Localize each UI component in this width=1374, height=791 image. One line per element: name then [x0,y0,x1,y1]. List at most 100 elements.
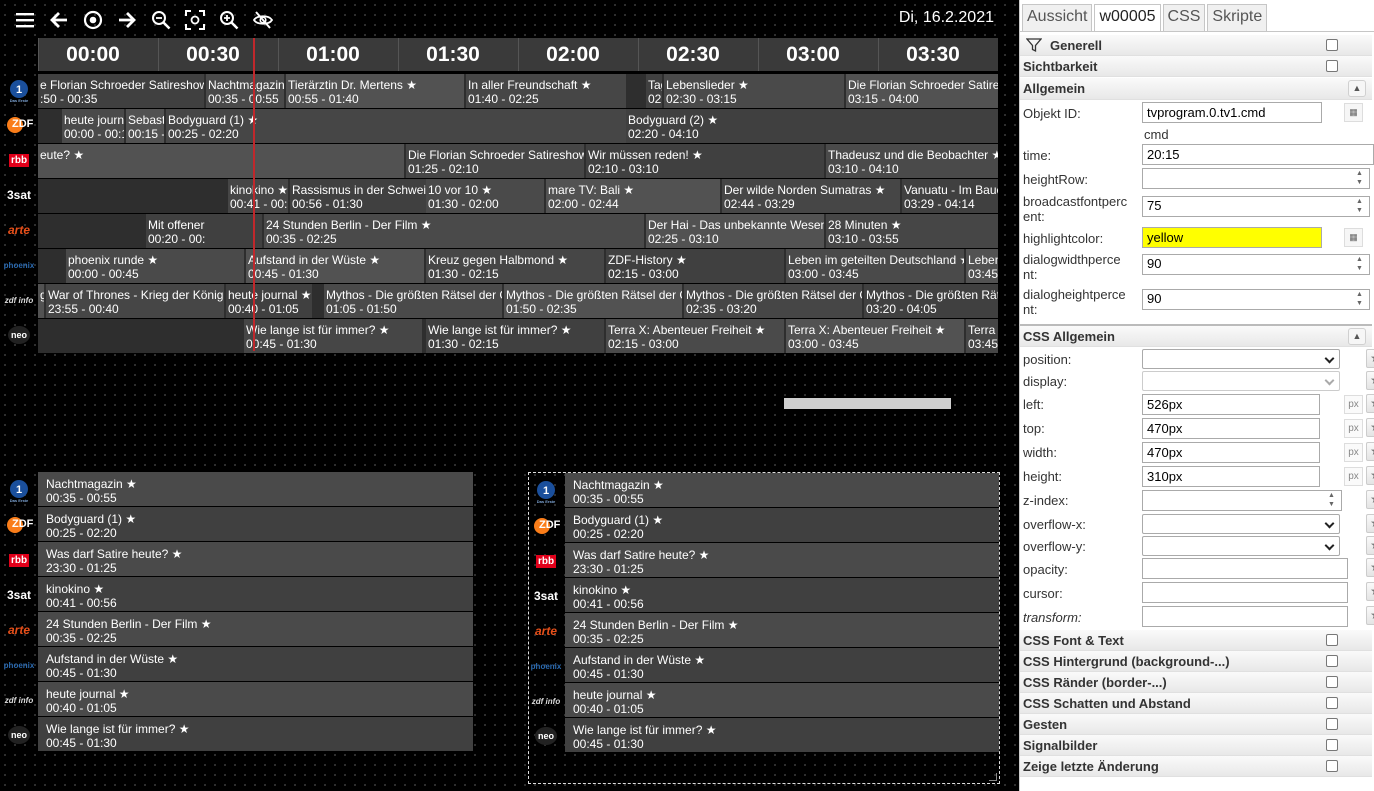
section-checkbox[interactable] [1326,655,1338,667]
css-zindex-input[interactable]: ▲ ▼ [1142,490,1342,511]
group-allgemein[interactable]: Allgemein ▲ [1020,78,1372,100]
list-item[interactable]: Was darf Satire heute?23:30 - 01:25 [38,542,473,576]
program-block[interactable]: Mit offener 00:20 - 00: [146,214,262,248]
star-icon[interactable]: ★ [1366,606,1374,625]
list-item[interactable]: Nachtmagazin00:35 - 00:55 [565,473,999,507]
arrow-right-icon[interactable] [110,6,144,34]
program-block[interactable]: mare TV: Bali ★ 02:00 - 02:44 [546,179,720,213]
unit-px[interactable]: px [1344,419,1363,438]
program-block[interactable]: Wie lange ist für immer? ★ 01:30 - 02:15 [426,319,604,353]
list-item[interactable]: heute journal00:40 - 01:05 [38,682,473,716]
time-input[interactable] [1142,144,1374,165]
css-overflowy-select[interactable] [1142,536,1340,556]
program-block[interactable]: War of Thrones - Krieg der Königinnen23:… [46,284,224,318]
group-section[interactable]: Gesten [1020,714,1372,735]
css-transform-input[interactable] [1142,606,1348,627]
group-section[interactable]: CSS Font & Text [1020,630,1372,651]
tab-widget[interactable]: w00005 [1094,4,1161,31]
tab-skripte[interactable]: Skripte [1207,4,1268,31]
program-block[interactable]: Vanuatu - Im Bauch03:29 - 04:14 [902,179,998,213]
program-block[interactable]: Mythos - Die größten Rätsel der Geschich… [324,284,502,318]
zoom-out-icon[interactable] [144,6,178,34]
program-block[interactable]: Bodyguard (1) ★ 00:25 - 02:20 [166,109,626,143]
collapse-up-icon[interactable]: ▲ [1348,328,1366,345]
star-icon[interactable]: ★ [1366,466,1374,485]
spinner[interactable]: ▲ ▼ [1353,169,1366,188]
program-block[interactable]: Terra X: Abenteuer Freiheit ★ 03:00 - 03:… [786,319,964,353]
star-icon[interactable]: ★ [1366,371,1374,390]
star-icon[interactable]: ★ [1366,349,1374,368]
css-cursor-input[interactable] [1142,582,1348,603]
group-section[interactable]: Zeige letzte Änderung [1020,756,1372,777]
tab-css[interactable]: CSS [1162,4,1206,31]
program-block[interactable]: e Florian Schroeder Satireshow:50 - 00:3… [38,74,204,108]
section-checkbox[interactable] [1326,676,1338,688]
css-left-input[interactable] [1142,394,1320,415]
group-css-allgemein[interactable]: CSS Allgemein ▲ [1020,324,1372,347]
program-block[interactable]: heute journal00:00 - 00:15 [62,109,124,143]
css-display-select[interactable] [1142,371,1340,391]
now-list-widget-1[interactable]: 1 Das Erste Nachtmagazin00:35 - 00:55 ZDF Bo… [0,472,473,752]
select-object-icon[interactable]: ▦ [1344,103,1363,122]
program-block[interactable]: Bodyguard (2) ★ 02:20 - 04:10 [626,109,998,143]
program-block[interactable]: eute? ★ [38,144,404,178]
program-block[interactable]: Rassismus in der Schweiz 00:56 - 01:30 [290,179,426,213]
program-block[interactable]: Tag02: [646,74,662,108]
program-block[interactable]: Wir müssen reden! ★ 02:10 - 03:10 [586,144,824,178]
tab-aussicht[interactable]: Aussicht [1022,4,1093,31]
star-icon[interactable]: ★ [1366,558,1374,577]
program-block[interactable]: Mythos - Die größten Rätsel der Geschich… [684,284,862,318]
list-item[interactable]: kinokino00:41 - 00:56 [38,577,473,611]
star-icon[interactable]: ★ [1366,514,1374,533]
list-item[interactable]: Wie lange ist für immer?00:45 - 01:30 [38,717,473,751]
list-item[interactable]: kinokino00:41 - 00:56 [565,578,999,612]
program-block[interactable]: Aufstand in der Wüste ★ 00:45 - 01:30 [246,249,424,283]
fit-screen-icon[interactable] [178,6,212,34]
program-block[interactable]: 24 Stunden Berlin - Der Film ★ 00:35 - 02… [264,214,644,248]
program-block[interactable]: Mythos - Die größten Rätsel der Geschich… [864,284,998,318]
program-block[interactable]: Tierärztin Dr. Mertens ★ 00:55 - 01:40 [286,74,464,108]
program-block[interactable]: Kreuz gegen Halbmond ★ 01:30 - 02:15 [426,249,604,283]
arrow-left-icon[interactable] [42,6,76,34]
list-item[interactable]: Was darf Satire heute?23:30 - 01:25 [565,543,999,577]
unit-px[interactable]: px [1344,443,1363,462]
heightrow-input[interactable]: ▲ ▼ [1142,168,1370,189]
spinner[interactable]: ▲ ▼ [1325,491,1338,510]
program-block[interactable]: Lebenslieder ★ 02:30 - 03:15 [664,74,844,108]
unit-px[interactable]: px [1344,395,1363,414]
menu-icon[interactable] [8,6,42,34]
section-checkbox[interactable] [1326,697,1338,709]
collapse-up-icon[interactable]: ▲ [1348,80,1366,97]
list-item[interactable]: 24 Stunden Berlin - Der Film00:35 - 02:2… [38,612,473,646]
spinner[interactable]: ▲ ▼ [1353,255,1366,274]
dialogwidthpercent-input[interactable]: 90 ▲ ▼ [1142,254,1370,275]
horizontal-scrollbar[interactable] [784,398,951,409]
dialogheightpercent-input[interactable]: 90 ▲ ▼ [1142,289,1370,310]
group-section[interactable]: CSS Ränder (border-...) [1020,672,1372,693]
program-block[interactable]: Leben03:45 [966,249,998,283]
program-block[interactable]: Der Hai - Das unbekannte Wesen 02:25 - 03… [646,214,824,248]
group-section[interactable]: Signalbilder [1020,735,1372,756]
star-icon[interactable]: ★ [1366,442,1374,461]
star-icon[interactable]: ★ [1366,394,1374,413]
section-checkbox[interactable] [1326,739,1338,751]
list-item[interactable]: Aufstand in der Wüste00:45 - 01:30 [38,647,473,681]
objekt-id-input[interactable] [1142,102,1322,123]
list-item[interactable]: Bodyguard (1)00:25 - 02:20 [38,507,473,541]
highlightcolor-input[interactable] [1142,227,1322,248]
program-block[interactable]: Die Florian Schroeder Satireshow 01:25 - … [406,144,584,178]
list-item[interactable]: heute journal00:40 - 01:05 [565,683,999,717]
program-block[interactable]: Terra X03:45 [966,319,998,353]
star-icon[interactable]: ★ [1366,582,1374,601]
program-block[interactable]: Thadeusz und die Beobachter ★ 03:10 - 04:… [826,144,998,178]
program-block[interactable]: g [38,284,44,318]
group-generell[interactable]: Generell [1020,35,1372,56]
program-block[interactable]: 28 Minuten ★ 03:10 - 03:55 [826,214,998,248]
spinner[interactable]: ▲ ▼ [1353,290,1366,309]
star-icon[interactable]: ★ [1366,490,1374,509]
css-opacity-input[interactable] [1142,558,1348,579]
color-picker-icon[interactable]: ▦ [1344,228,1363,247]
css-top-input[interactable] [1142,418,1320,439]
program-block[interactable]: Nachtmagazin 00:35 - 00:55 [206,74,284,108]
program-block[interactable]: Wie lange ist für immer? ★ 00:45 - 01:30 [244,319,422,353]
